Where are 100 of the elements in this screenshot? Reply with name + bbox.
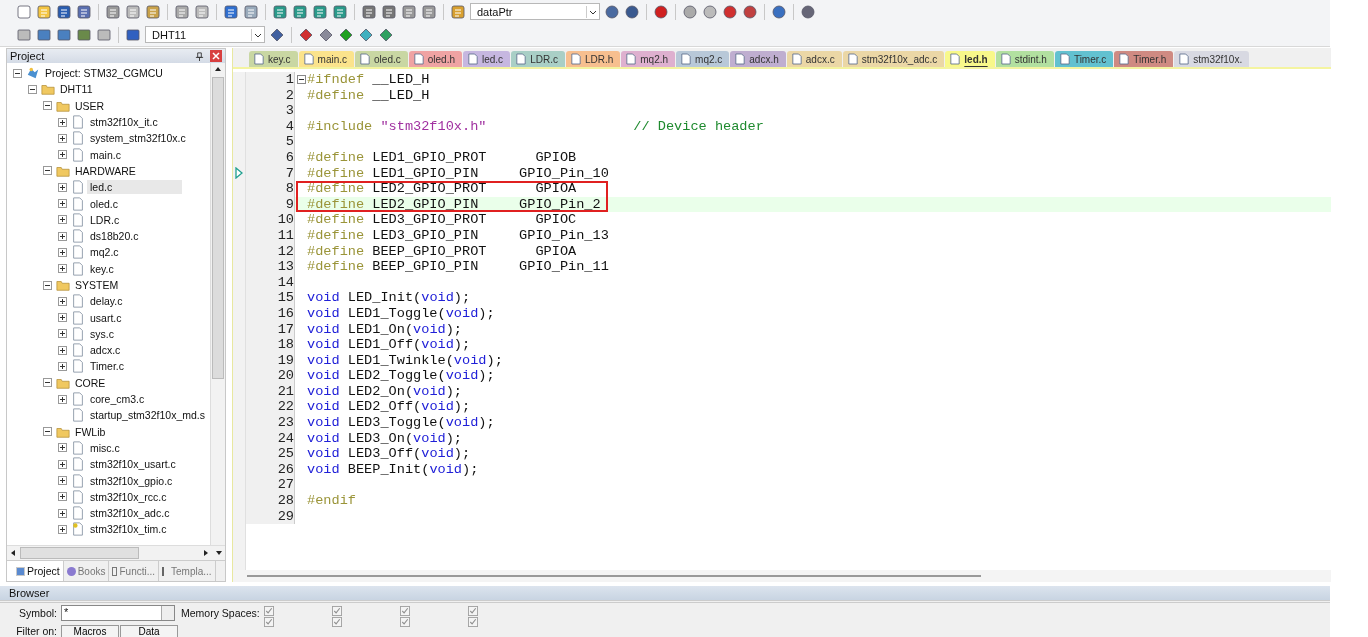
panel-tab[interactable]: Books — [63, 561, 110, 581]
tree-item[interactable]: startup_stm32f10x_md.s — [87, 408, 208, 423]
filter-button[interactable]: Data — [120, 625, 178, 637]
expander-icon[interactable] — [58, 296, 67, 306]
tree-item[interactable]: Timer.c — [87, 359, 128, 374]
file-tab[interactable]: adcx.c — [786, 51, 842, 67]
expander-icon[interactable] — [58, 362, 67, 371]
close-icon[interactable] — [210, 50, 222, 62]
tree-item[interactable]: stm32f10x_tim.c — [87, 522, 170, 537]
tree-item[interactable]: stm32f10x_it.c — [87, 115, 161, 130]
expander-icon[interactable] — [58, 329, 67, 339]
tree-item[interactable]: system_stm32f10x.c — [87, 131, 189, 146]
symbol-combo[interactable]: * — [61, 605, 175, 621]
file-tab[interactable]: main.c — [298, 51, 355, 67]
expander-icon[interactable] — [13, 68, 22, 78]
tree-item[interactable]: usart.c — [87, 310, 125, 325]
expander-icon[interactable] — [58, 524, 67, 534]
tree-item[interactable]: mq2.c — [87, 245, 122, 260]
expander-icon[interactable] — [43, 166, 52, 176]
expander-icon[interactable] — [58, 492, 67, 502]
tree-item[interactable]: Project: STM32_CGMCU — [42, 66, 166, 81]
tree-item[interactable]: FWLib — [72, 424, 109, 439]
checkbox[interactable] — [467, 617, 478, 627]
tree-item[interactable]: stm32f10x_adc.c — [87, 506, 173, 521]
scrollbar-thumb[interactable] — [212, 77, 224, 379]
expander-icon[interactable] — [58, 231, 67, 241]
file-tab[interactable]: stm32f10x. — [1174, 51, 1250, 67]
tree-item[interactable]: USER — [72, 98, 108, 113]
expander-icon[interactable] — [58, 394, 67, 404]
expander-icon[interactable] — [28, 84, 37, 94]
tree-item[interactable]: oled.c — [87, 196, 122, 211]
tree-item[interactable]: key.c — [87, 261, 117, 276]
expander-icon[interactable] — [58, 345, 67, 355]
checkbox[interactable] — [263, 617, 274, 627]
checkbox[interactable] — [331, 606, 342, 616]
file-tab[interactable]: led.h — [945, 51, 995, 67]
tree-item[interactable]: LDR.c — [87, 212, 123, 227]
tree-item[interactable]: led.c — [87, 180, 183, 195]
tree-item[interactable]: misc.c — [87, 440, 123, 455]
tree-item[interactable]: core_cm3.c — [87, 392, 148, 407]
panel-tab[interactable]: Project — [7, 561, 64, 581]
file-tab[interactable]: mq2.h — [621, 51, 676, 67]
find-combo[interactable]: dataPtr — [470, 3, 600, 20]
tree-item[interactable]: HARDWARE — [72, 163, 139, 178]
line-number: 3 — [246, 103, 294, 119]
dropdown-icon[interactable] — [251, 28, 264, 41]
expander-icon[interactable] — [43, 427, 52, 437]
tree-item[interactable]: sys.c — [87, 326, 117, 341]
expander-icon[interactable] — [43, 101, 52, 111]
file-tab[interactable]: oled.h — [408, 51, 462, 67]
checkbox[interactable] — [399, 606, 410, 616]
tree-item[interactable]: ds18b20.c — [87, 229, 142, 244]
expander-icon[interactable] — [58, 264, 67, 274]
panel-tab[interactable]: Functi... — [109, 561, 160, 581]
expander-icon[interactable] — [58, 247, 67, 257]
expander-icon[interactable] — [58, 215, 67, 225]
file-tab[interactable]: adcx.h — [730, 51, 786, 67]
fold-icon[interactable] — [296, 75, 306, 85]
file-tab[interactable]: oled.c — [355, 51, 408, 67]
expander-icon[interactable] — [58, 133, 67, 143]
tree-item[interactable]: adcx.c — [87, 343, 124, 358]
file-tab[interactable]: Timer.h — [1114, 51, 1174, 67]
tree-item[interactable]: CORE — [72, 375, 109, 390]
expander-icon[interactable] — [58, 443, 67, 453]
file-tab[interactable]: Timer.c — [1054, 51, 1114, 67]
filter-button[interactable]: Macros — [61, 625, 119, 637]
tree-item[interactable]: SYSTEM — [72, 278, 122, 292]
tree-item[interactable]: main.c — [87, 147, 124, 162]
file-tab[interactable]: LDR.c — [511, 51, 565, 67]
tree-item[interactable]: stm32f10x_gpio.c — [87, 473, 176, 488]
expander-icon[interactable] — [58, 150, 67, 160]
expander-icon[interactable] — [58, 476, 67, 486]
target-combo[interactable]: DHT11 — [145, 26, 265, 43]
checkbox[interactable] — [467, 606, 478, 616]
file-tab[interactable]: key.c — [249, 51, 298, 67]
scrollbar-thumb[interactable] — [20, 547, 139, 559]
tree-item[interactable]: delay.c — [87, 294, 126, 309]
expander-icon[interactable] — [43, 378, 52, 388]
expander-icon[interactable] — [58, 117, 67, 127]
tree-item[interactable]: stm32f10x_rcc.c — [87, 489, 170, 504]
filter-label: Filter on: — [15, 625, 57, 637]
checkbox[interactable] — [399, 617, 410, 627]
expander-icon[interactable] — [58, 199, 67, 208]
dropdown-icon[interactable] — [586, 5, 599, 18]
file-tab[interactable]: LDR.h — [565, 51, 621, 67]
checkbox[interactable] — [331, 617, 342, 627]
expander-icon[interactable] — [58, 182, 67, 192]
expander-icon[interactable] — [43, 280, 52, 290]
panel-tab[interactable]: Templa... — [159, 561, 216, 581]
expander-icon[interactable] — [58, 313, 67, 323]
tree-item[interactable]: stm32f10x_usart.c — [87, 457, 179, 472]
expander-icon[interactable] — [58, 459, 67, 469]
file-tab[interactable]: mq2.c — [676, 51, 730, 67]
file-tab[interactable]: led.c — [463, 51, 511, 67]
file-tab[interactable]: stdint.h — [995, 51, 1054, 67]
file-tab[interactable]: stm32f10x_adc.c — [842, 51, 945, 67]
pin-icon[interactable] — [195, 51, 204, 61]
checkbox[interactable] — [263, 606, 274, 616]
tree-item[interactable]: DHT11 — [57, 82, 96, 97]
expander-icon[interactable] — [58, 508, 67, 518]
